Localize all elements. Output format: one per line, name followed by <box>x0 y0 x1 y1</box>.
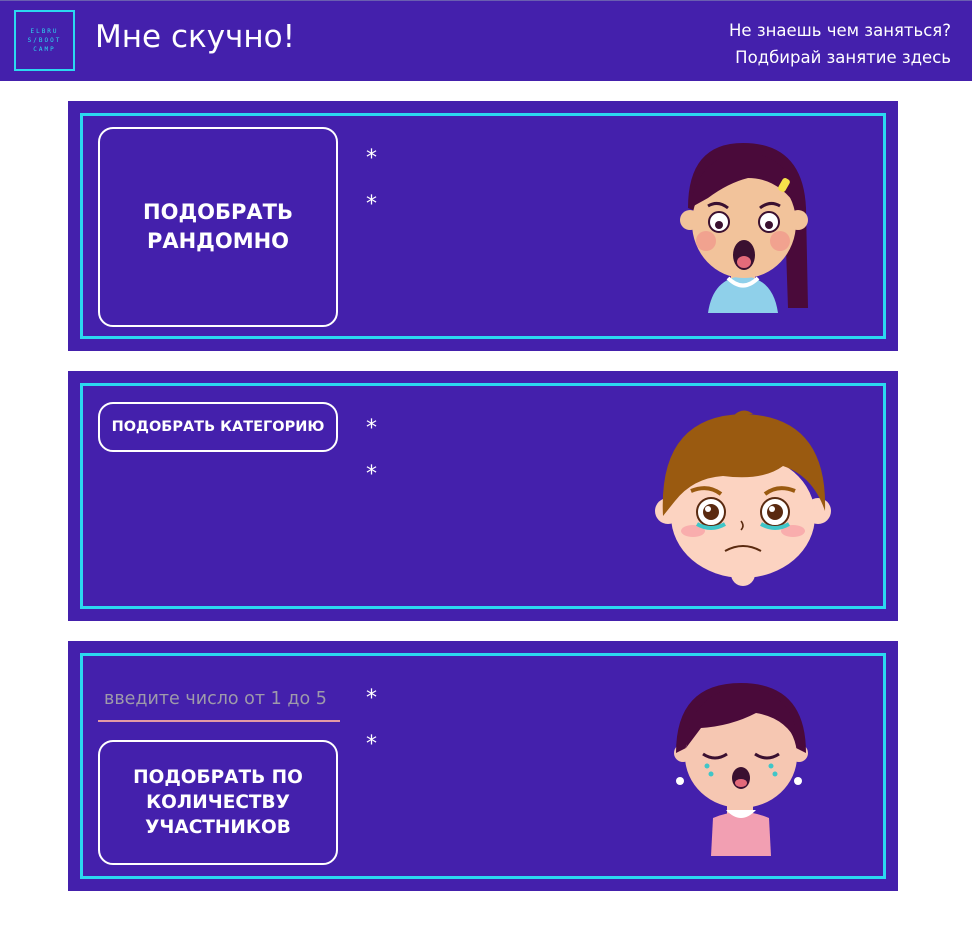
choose-by-participants-button-label: ПОДОБРАТЬ ПО КОЛИЧЕСТВУ УЧАСТНИКОВ <box>133 767 303 838</box>
crying-girl-icon <box>674 683 808 856</box>
result-bullet: * <box>366 732 377 757</box>
tagline: Не знаешь чем заняться? Подбирай занятие… <box>729 17 951 71</box>
participants-number-input[interactable] <box>98 678 340 722</box>
activity-result-list: * * <box>366 136 377 228</box>
activity-result-list: * * <box>366 676 377 768</box>
page-title: Мне скучно! <box>95 19 296 55</box>
category-card: ПОДОБРАТЬ КАТЕГОРИЮ * * <box>68 371 898 621</box>
participants-card: ПОДОБРАТЬ ПО КОЛИЧЕСТВУ УЧАСТНИКОВ * * <box>68 641 898 891</box>
choose-category-button-label: ПОДОБРАТЬ КАТЕГОРИЮ <box>111 419 325 435</box>
sad-girl-icon <box>680 143 808 313</box>
result-bullet: * <box>366 146 377 171</box>
choose-category-button[interactable]: ПОДОБРАТЬ КАТЕГОРИЮ <box>98 402 338 452</box>
card-frame: ПОДОБРАТЬ РАНДОМНО * * <box>80 113 886 339</box>
card-frame: ПОДОБРАТЬ ПО КОЛИЧЕСТВУ УЧАСТНИКОВ * * <box>80 653 886 879</box>
result-bullet: * <box>366 192 377 217</box>
random-activity-card: ПОДОБРАТЬ РАНДОМНО * * <box>68 101 898 351</box>
choose-by-participants-button[interactable]: ПОДОБРАТЬ ПО КОЛИЧЕСТВУ УЧАСТНИКОВ <box>98 740 338 865</box>
result-bullet: * <box>366 686 377 711</box>
result-bullet: * <box>366 462 377 487</box>
elbrus-bootcamp-logo[interactable]: ELBRUS/BOOTCAMP <box>14 10 75 71</box>
app-header: ELBRUS/BOOTCAMP Мне скучно! Не знаешь че… <box>0 0 972 81</box>
activity-result-list: * * <box>366 406 377 498</box>
logo-text: ELBRUS/BOOTCAMP <box>27 28 62 53</box>
tagline-line-2: Подбирай занятие здесь <box>735 48 951 67</box>
crying-boy-icon <box>655 410 831 586</box>
result-bullet: * <box>366 416 377 441</box>
tagline-line-1: Не знаешь чем заняться? <box>729 21 951 40</box>
card-frame: ПОДОБРАТЬ КАТЕГОРИЮ * * <box>80 383 886 609</box>
random-activity-button-label: ПОДОБРАТЬ РАНДОМНО <box>143 200 293 253</box>
random-activity-button[interactable]: ПОДОБРАТЬ РАНДОМНО <box>98 127 338 327</box>
